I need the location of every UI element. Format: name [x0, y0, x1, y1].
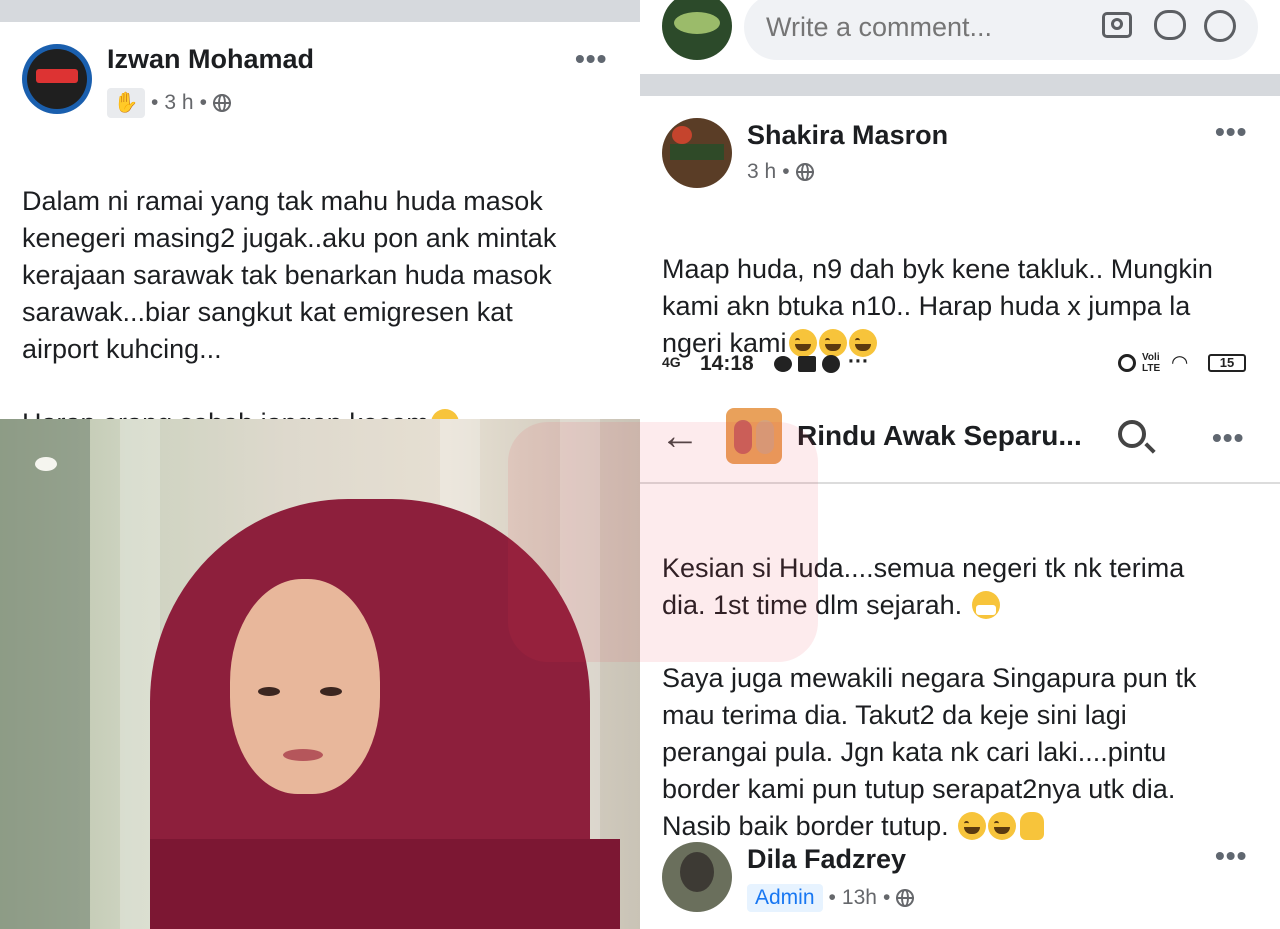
post-meta: Admin • 13h •	[747, 884, 915, 912]
section-separator	[640, 74, 1280, 96]
more-options-icon[interactable]: •••	[1215, 842, 1247, 870]
squinting-tongue-emoji-icon	[958, 812, 987, 840]
grinning-emoji-icon	[988, 812, 1017, 840]
more-notifications-icon: ···	[848, 350, 869, 373]
alarm-icon	[1118, 354, 1136, 372]
message-icon	[774, 356, 792, 372]
clock: 14:18	[700, 352, 754, 375]
camera-icon[interactable]	[1102, 12, 1132, 38]
emoji-icon[interactable]	[1204, 10, 1236, 42]
comment-input[interactable]	[764, 8, 1088, 46]
more-options-icon[interactable]: •••	[575, 45, 607, 73]
ok-hand-emoji-icon	[1020, 812, 1045, 840]
post-body: Maap huda, n9 dah byk kene takluk.. Mung…	[662, 254, 1213, 358]
app-notification-icon	[822, 355, 840, 373]
post-body: Dalam ni ramai yang tak mahu huda masok …	[22, 146, 632, 442]
top-separator	[0, 0, 640, 22]
wave-icon: ✋	[107, 88, 145, 118]
more-options-icon[interactable]: •••	[1215, 118, 1247, 146]
network-indicator: 4G	[662, 354, 681, 370]
gif-icon[interactable]	[1154, 10, 1186, 40]
post-time[interactable]: 3 h	[164, 91, 193, 115]
admin-badge: Admin	[747, 884, 823, 912]
post-meta: ✋ • 3 h •	[107, 88, 231, 118]
watermark-logo	[508, 422, 818, 662]
comment-box[interactable]	[744, 0, 1258, 60]
author-avatar[interactable]	[662, 842, 732, 912]
post-time[interactable]: 3 h	[747, 160, 776, 184]
search-icon[interactable]	[1118, 420, 1156, 454]
public-globe-icon	[795, 163, 814, 181]
more-options-icon[interactable]: •••	[1212, 424, 1244, 452]
wifi-icon: ◠	[1172, 352, 1188, 374]
public-globe-icon	[212, 94, 231, 112]
group-title[interactable]: Rindu Awak Separu...	[797, 420, 1082, 452]
author-avatar[interactable]	[662, 118, 732, 188]
mail-icon	[798, 356, 816, 372]
post-meta: 3 h •	[747, 160, 814, 184]
battery-indicator: 15	[1208, 354, 1246, 372]
medical-mask-emoji-icon	[971, 591, 1000, 619]
volte-indicator: Voli LTE	[1142, 352, 1161, 374]
post-time[interactable]: 13h	[842, 886, 877, 910]
author-name[interactable]: Dila Fadzrey	[747, 844, 906, 875]
public-globe-icon	[896, 889, 915, 907]
author-name[interactable]: Izwan Mohamad	[107, 44, 314, 75]
author-avatar[interactable]	[22, 44, 92, 114]
author-name[interactable]: Shakira Masron	[747, 120, 948, 151]
commenter-avatar	[662, 0, 732, 60]
phone-status-bar: 4G 14:18 ··· Voli LTE ◠ 15	[662, 350, 1262, 380]
